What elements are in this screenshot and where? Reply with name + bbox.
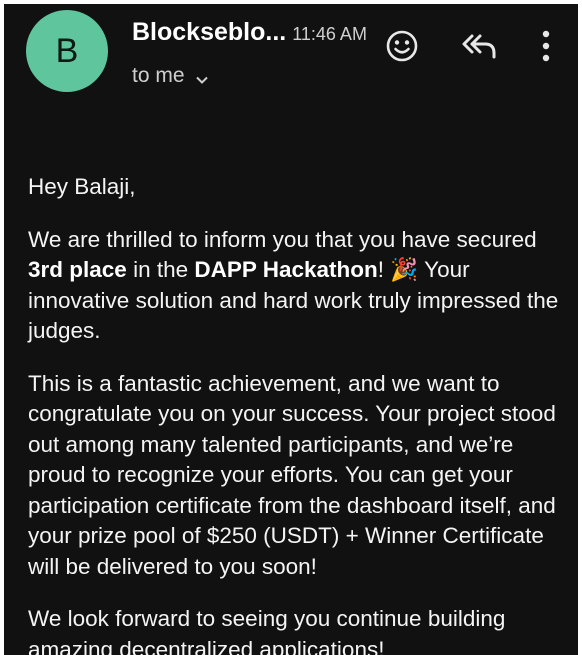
reply-all-button[interactable] (458, 26, 502, 70)
avatar[interactable]: B (26, 10, 108, 92)
reply-all-icon (461, 31, 499, 66)
timestamp: 11:46 AM (292, 24, 367, 44)
smiley-face-icon (385, 29, 419, 68)
recipient-details-toggle[interactable]: to me (132, 64, 209, 88)
email-header: B Blockseblo... 11:46 AM to me (4, 4, 578, 114)
p1-text-2: in the (126, 257, 195, 282)
avatar-letter: B (55, 31, 79, 70)
placement-highlight: 3rd place (28, 257, 127, 282)
more-options-button[interactable] (524, 26, 568, 70)
paragraph-congratulations: This is a fantastic achievement, and we … (28, 370, 556, 579)
paragraph-closing: We look forward to seeing you continue b… (28, 606, 506, 655)
recipient-label: to me (132, 64, 185, 87)
add-reaction-button[interactable] (380, 26, 424, 70)
email-body: Hey Balaji, We are thrilled to inform yo… (28, 172, 564, 655)
p1-text-3: ! (377, 257, 391, 282)
sender-line: Blockseblo... 11:46 AM (132, 18, 367, 47)
p1-text-1: We are thrilled to inform you that you h… (28, 226, 537, 252)
greeting: Hey Balaji, (28, 174, 136, 199)
event-name-highlight: DAPP Hackathon (194, 257, 378, 282)
sender-name[interactable]: Blockseblo... (132, 18, 286, 46)
more-vertical-icon (541, 29, 551, 68)
paragraph-announcement: We are thrilled to inform you that you h… (28, 225, 564, 347)
chevron-down-icon (195, 69, 209, 84)
party-popper-icon: 🎉 (390, 257, 419, 282)
email-screen: B Blockseblo... 11:46 AM to me Hey Balaj… (4, 4, 578, 655)
